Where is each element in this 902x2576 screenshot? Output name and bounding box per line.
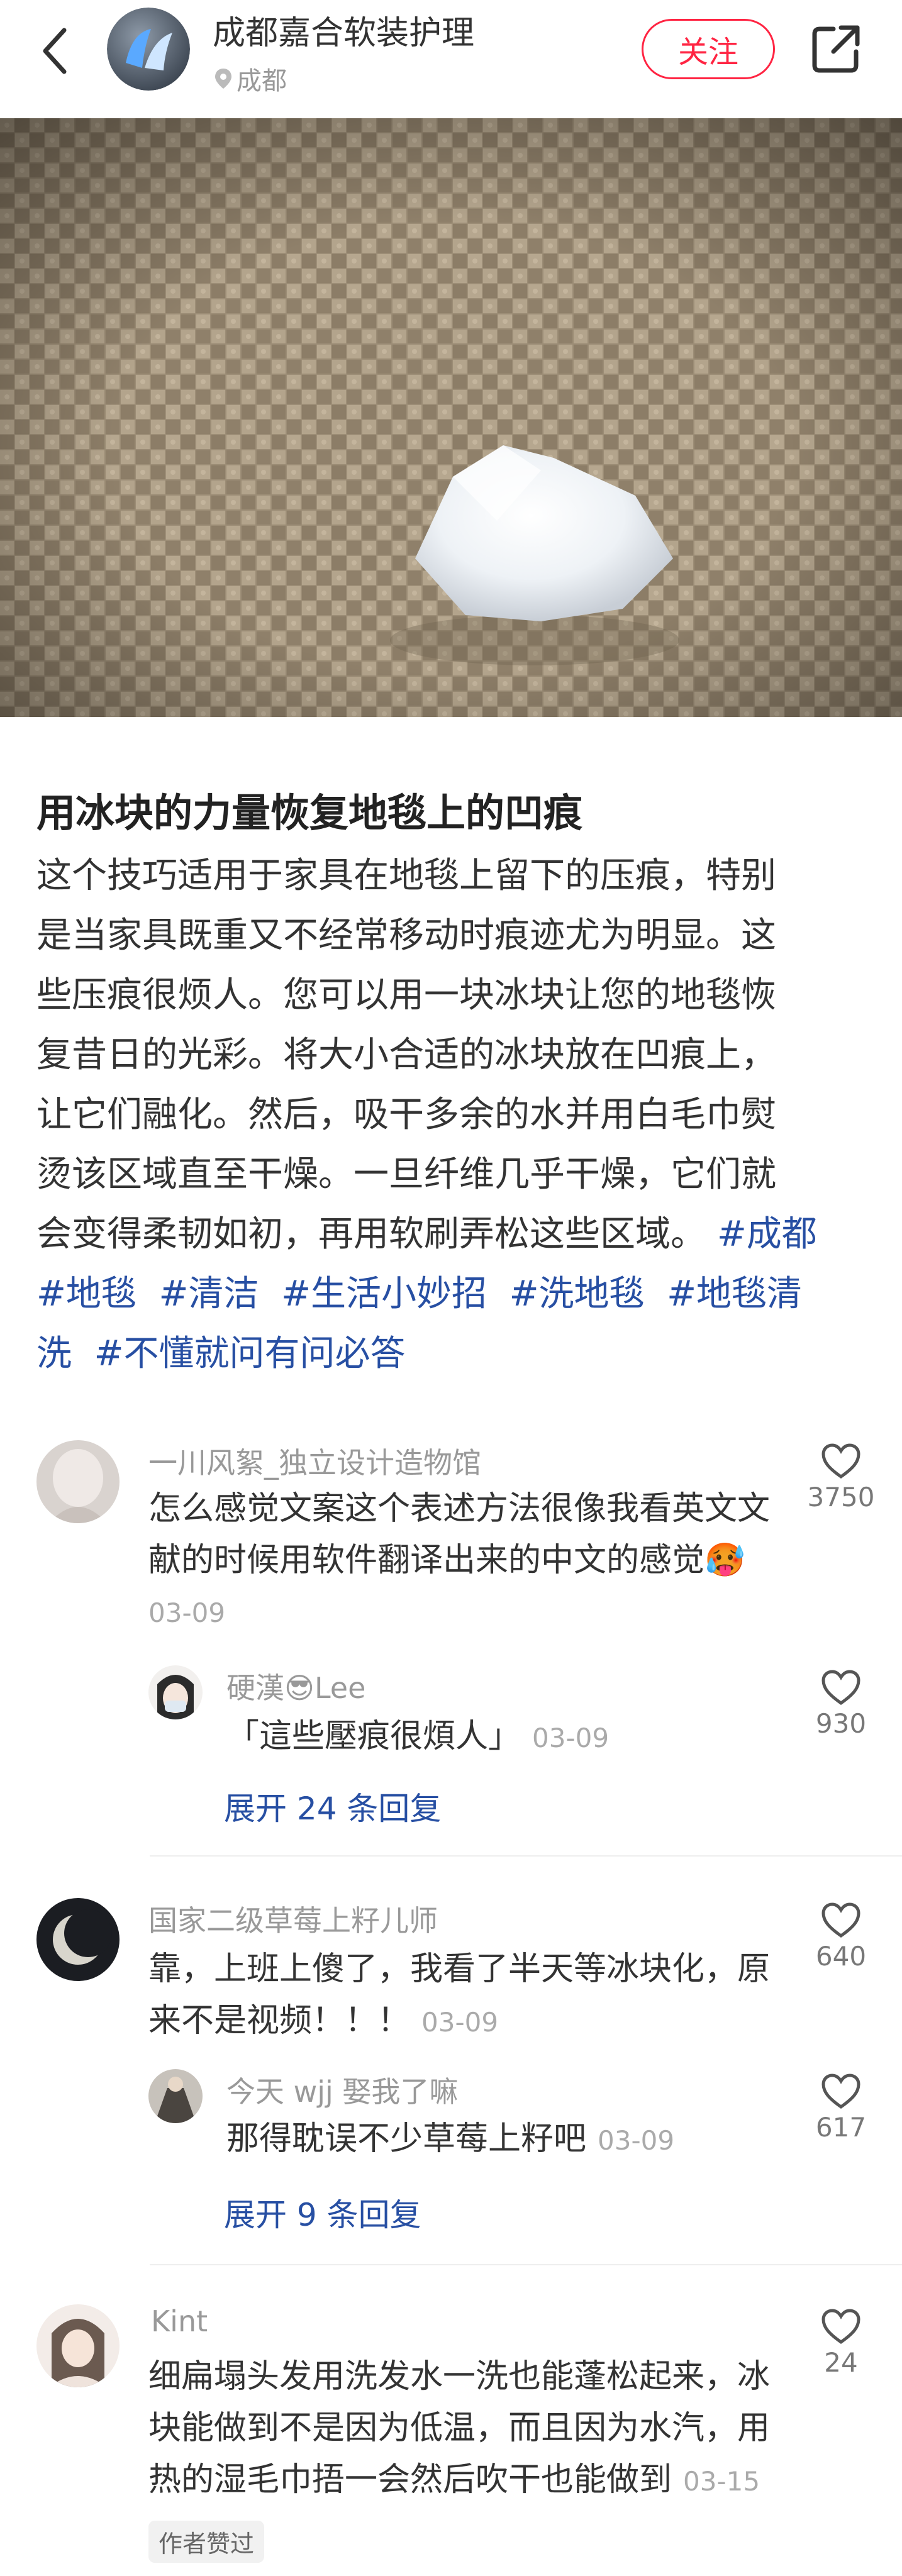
comment-line: 怎么感觉文案这个表述方法很像我看英文文 xyxy=(148,1490,771,1528)
top-bar: 成都嘉合软装护理 成都 关注 xyxy=(0,0,902,119)
expand-replies-button[interactable]: 展开 9 条回复 xyxy=(224,2190,421,2235)
reply-text: 「這些壓痕很煩人」 03-09 xyxy=(226,1711,609,1764)
like-count: 3750 xyxy=(807,1482,875,1513)
heart-icon xyxy=(821,1670,860,1706)
comment-text: 怎么感觉文案这个表述方法很像我看英文文 献的时候用软件翻译出来的中文的感觉🥵 xyxy=(148,1483,770,1586)
comment-date: 03-15 xyxy=(683,2466,760,2497)
post-body-line: 让它们融化。然后，吸干多余的水并用白毛巾熨 xyxy=(36,1094,776,1135)
like-count: 24 xyxy=(824,2347,858,2378)
like-button[interactable]: 3750 xyxy=(803,1443,879,1513)
commenter-name[interactable]: 一川风絮_独立设计造物馆 xyxy=(148,1440,481,1482)
post-body-line: 烫该区域直至干燥。一旦纤维几乎干燥，它们就 xyxy=(36,1154,776,1195)
comment-date: 03-09 xyxy=(148,1597,226,1628)
reply-date: 03-09 xyxy=(532,1723,610,1753)
replier-name-a: 硬漢 xyxy=(226,1671,284,1705)
reply-line: 那得耽误不少草莓上籽吧 xyxy=(226,2120,587,2158)
like-count: 617 xyxy=(815,2112,867,2143)
divider xyxy=(150,2264,902,2265)
back-arrow-icon xyxy=(43,28,67,74)
like-button[interactable]: 930 xyxy=(803,1669,879,1739)
post-image[interactable] xyxy=(0,118,902,717)
reply-date: 03-09 xyxy=(598,2125,675,2156)
post-tags-line: #地毯 #清洁 #生活小妙招 #洗地毯 #地毯清 xyxy=(36,1264,867,1324)
like-count: 640 xyxy=(815,1941,867,1972)
replier-name[interactable]: 今天 wjj 娶我了嘛 xyxy=(226,2069,458,2111)
tag-chengdu[interactable]: #成都 xyxy=(717,1214,817,1255)
tag-ask[interactable]: #不懂就问有问必答 xyxy=(94,1333,406,1374)
like-button[interactable]: 617 xyxy=(803,2073,879,2143)
replier-name[interactable]: 硬漢😎Lee xyxy=(226,1665,365,1707)
location-text: 成都 xyxy=(237,67,287,96)
post-body: 这个技巧适用于家具在地毯上留下的压痕，特别 是当家具既重又不经常移动时痕迹尤为明… xyxy=(36,846,867,1384)
comment-line: 块能做到不是因为低温，而且因为水汽，用 xyxy=(148,2409,771,2447)
tag-carpet-cleaning[interactable]: #地毯清 xyxy=(667,1274,802,1314)
heart-icon xyxy=(821,2074,860,2109)
tag-wash-carpet[interactable]: #洗地毯 xyxy=(509,1274,645,1314)
expand-replies-button[interactable]: 展开 24 条回复 xyxy=(224,1784,441,1829)
reply-text: 那得耽误不少草莓上籽吧 03-09 xyxy=(226,2113,674,2167)
post-body-text: 会变得柔韧如初，再用软刷弄松这些区域。 xyxy=(36,1214,706,1255)
back-button[interactable] xyxy=(35,24,81,78)
sunglasses-emoji: 😎 xyxy=(284,1671,315,1705)
post-tags-line: 洗 #不懂就问有问必答 xyxy=(36,1324,867,1384)
reply-line: 「這些壓痕很煩人」 xyxy=(226,1718,521,1755)
post-body-line: 复昔日的光彩。将大小合适的冰块放在凹痕上， xyxy=(36,1035,776,1075)
share-icon xyxy=(812,25,860,73)
author-name[interactable]: 成都嘉合软装护理 xyxy=(213,6,474,53)
replier-name-b: Lee xyxy=(314,1671,366,1705)
comment-text: 细扁塌头发用洗发水一洗也能蓬松起来，冰 块能做到不是因为低温，而且因为水汽，用 … xyxy=(148,2351,770,2507)
post-title: 用冰块的力量恢复地毯上的凹痕 xyxy=(36,790,583,836)
like-button[interactable]: 640 xyxy=(803,1902,879,1972)
commenter-name[interactable]: 国家二级草莓上籽儿师 xyxy=(148,1898,438,1940)
comment-line: 热的湿毛巾捂一会然后吹干也能做到 xyxy=(148,2461,672,2499)
commenter-avatar[interactable] xyxy=(36,2304,120,2387)
commenter-avatar[interactable] xyxy=(36,1440,120,1523)
comment-line: 献的时候用软件翻译出来的中文的感觉🥵 xyxy=(148,1541,745,1579)
post-body-line: 这个技巧适用于家具在地毯上留下的压痕，特别 xyxy=(36,855,776,896)
tag-carpet-cleaning-cont[interactable]: 洗 xyxy=(36,1333,72,1374)
follow-button[interactable]: 关注 xyxy=(642,19,775,79)
comment-line: 靠，上班上傻了，我看了半天等冰块化，原 xyxy=(148,1950,771,1988)
heart-icon xyxy=(821,1902,860,1938)
reply-avatar[interactable] xyxy=(148,1665,203,1719)
reply-avatar[interactable] xyxy=(148,2069,203,2123)
tag-clean[interactable]: #清洁 xyxy=(159,1274,259,1314)
tag-life-tips[interactable]: #生活小妙招 xyxy=(281,1274,487,1314)
comment-line: 来不是视频！！！ xyxy=(148,2002,411,2040)
author-location: 成都 xyxy=(214,60,287,97)
post-body-line: 会变得柔韧如初，再用软刷弄松这些区域。 #成都 xyxy=(36,1204,867,1264)
location-pin-icon xyxy=(215,69,231,89)
comment-date: 03-09 xyxy=(421,2007,499,2038)
author-avatar[interactable] xyxy=(107,8,190,91)
comment-line: 细扁塌头发用洗发水一洗也能蓬松起来，冰 xyxy=(148,2358,771,2396)
share-button[interactable] xyxy=(808,21,864,77)
tag-carpet[interactable]: #地毯 xyxy=(36,1274,136,1314)
divider xyxy=(150,1855,902,1857)
post-body-line: 些压痕很烦人。您可以用一块冰块让您的地毯恢 xyxy=(36,975,776,1016)
heart-icon xyxy=(821,2309,860,2345)
post-body-line: 是当家具既重又不经常移动时痕迹尤为明显。这 xyxy=(36,915,776,956)
like-button[interactable]: 24 xyxy=(803,2308,879,2378)
commenter-name[interactable]: Kint xyxy=(151,2304,208,2338)
like-count: 930 xyxy=(815,1708,867,1739)
author-liked-badge: 作者赞过 xyxy=(148,2521,265,2563)
comment-text: 靠，上班上傻了，我看了半天等冰块化，原 来不是视频！！！ 03-09 xyxy=(148,1943,770,2048)
commenter-avatar[interactable] xyxy=(36,1898,120,1981)
heart-icon xyxy=(821,1443,860,1479)
